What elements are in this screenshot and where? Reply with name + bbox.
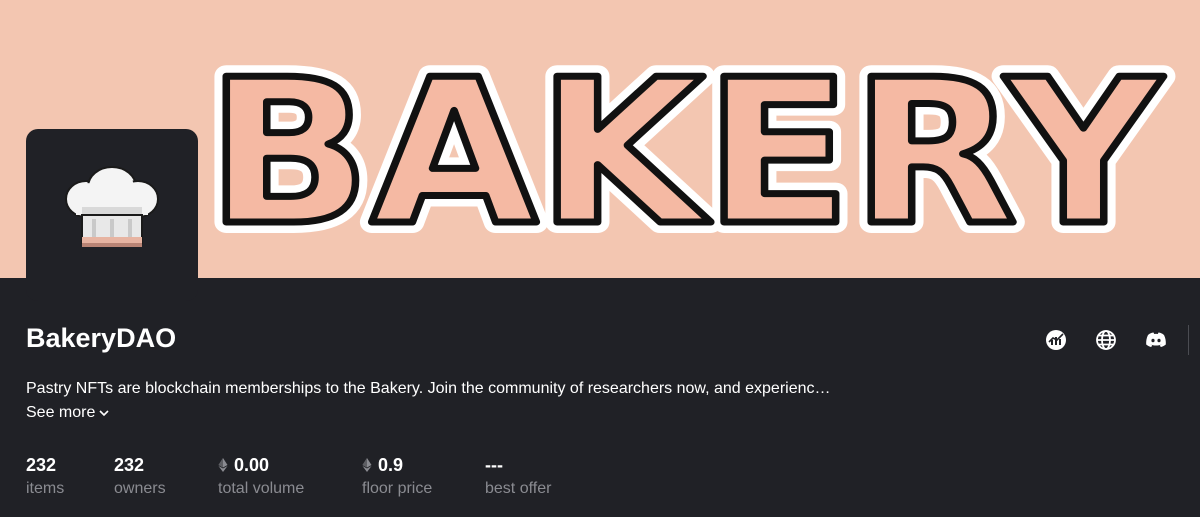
stat-label: best offer <box>485 480 552 497</box>
stat-best-offer[interactable]: --- best offer <box>485 454 551 500</box>
see-more-label: See more <box>26 404 96 421</box>
stat-value-text: --- <box>485 455 503 475</box>
stat-label: total volume <box>218 480 305 497</box>
stat-value-text: 0.9 <box>378 455 404 475</box>
banner-text: BAKERY <box>207 37 1164 270</box>
stat-label: floor price <box>362 480 433 497</box>
stat-value-text: 0.00 <box>234 455 270 475</box>
stat-value-text: 232 <box>114 455 145 475</box>
chef-hat-icon <box>65 166 159 247</box>
see-more-button[interactable]: See more <box>26 402 109 424</box>
stat-label: items <box>26 480 65 497</box>
stat-items[interactable]: 232 items <box>26 454 64 500</box>
chevron-down-icon <box>99 410 109 417</box>
collection-page: BAKERY BAKERY BakeryDAO Pastry NFTs are … <box>0 0 1200 517</box>
stat-value-text: 232 <box>26 455 57 475</box>
stat-label: owners <box>114 480 166 497</box>
stat-value: 232 <box>26 454 64 476</box>
stat-floor-price[interactable]: 0.9 floor price <box>362 454 432 500</box>
eth-icon <box>362 458 372 472</box>
stat-value: 232 <box>114 454 166 476</box>
stat-value: 0.9 <box>362 454 432 476</box>
discord-icon[interactable] <box>1144 328 1168 352</box>
stat-value: 0.00 <box>218 454 304 476</box>
stat-value: --- <box>485 454 551 476</box>
collection-avatar[interactable] <box>26 129 198 301</box>
toolbar-divider <box>1188 325 1189 355</box>
stat-owners[interactable]: 232 owners <box>114 454 166 500</box>
collection-title: BakeryDAO <box>26 323 177 353</box>
globe-icon[interactable] <box>1094 328 1118 352</box>
collection-description: Pastry NFTs are blockchain memberships t… <box>26 380 831 397</box>
stat-total-volume[interactable]: 0.00 total volume <box>218 454 304 500</box>
activity-chart-icon[interactable] <box>1044 328 1068 352</box>
eth-icon <box>218 458 228 472</box>
